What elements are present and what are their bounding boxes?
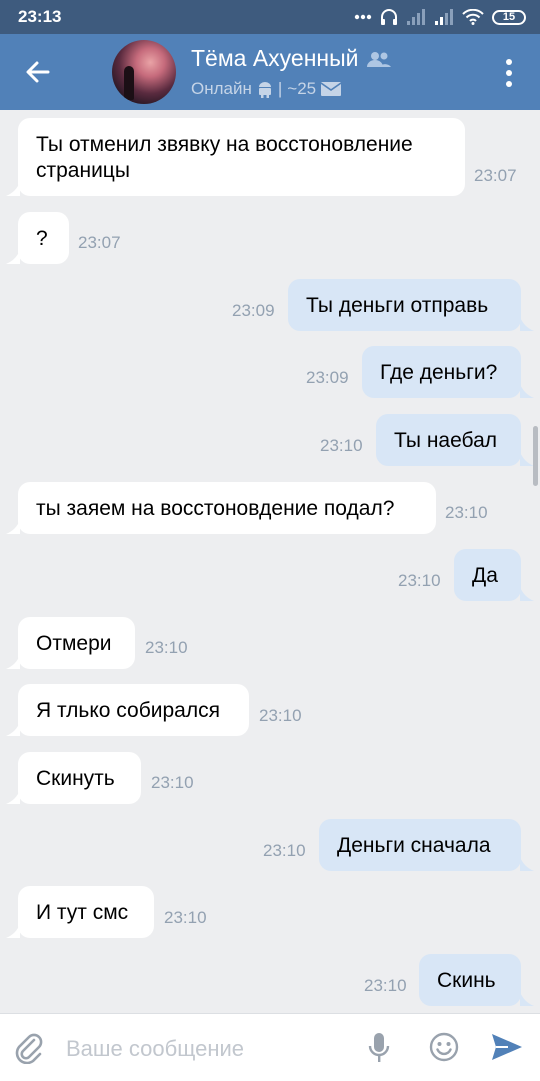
friends-icon bbox=[366, 51, 391, 67]
status-bar: 23:13 15 bbox=[0, 0, 540, 34]
emoji-button[interactable] bbox=[429, 1032, 459, 1067]
wifi-icon bbox=[462, 9, 484, 25]
scrollbar[interactable] bbox=[533, 426, 538, 486]
message-text: страницы bbox=[36, 159, 130, 182]
status-icons: 15 bbox=[354, 6, 526, 28]
microphone-icon bbox=[368, 1033, 390, 1062]
envelope-icon bbox=[321, 82, 342, 96]
message-input[interactable]: Ваше сообщение bbox=[66, 1036, 244, 1062]
message-time: 23:07 bbox=[78, 233, 121, 252]
message-time: 23:10 bbox=[259, 706, 302, 725]
arrow-left-icon bbox=[26, 61, 50, 83]
message-bubble: Ты деньги отправь bbox=[288, 279, 521, 331]
send-icon bbox=[492, 1034, 522, 1060]
battery-icon: 15 bbox=[492, 9, 526, 25]
message-composer: Ваше сообщение bbox=[0, 1013, 540, 1081]
message-bubble: Я тлько собирался bbox=[18, 684, 249, 736]
headphones-icon bbox=[380, 8, 398, 26]
signal-2-icon bbox=[434, 9, 454, 25]
attach-button[interactable] bbox=[14, 1032, 44, 1069]
message-time: 23:10 bbox=[145, 638, 188, 657]
message-bubble: ты заяем на восстоновдение подал? bbox=[18, 482, 436, 534]
message-bubble: Деньги сначала bbox=[319, 819, 521, 871]
message-time: 23:07 bbox=[474, 166, 517, 185]
message-time: 23:10 bbox=[398, 571, 441, 590]
message-time: 23:10 bbox=[263, 841, 306, 860]
message-text: Ты отменил звявку на восстоновление bbox=[36, 133, 413, 156]
chat-header: Тёма Ахуенный Онлайн | ~25 bbox=[0, 34, 540, 110]
more-vertical-icon bbox=[506, 59, 512, 87]
smiley-icon bbox=[429, 1032, 459, 1062]
message-time: 23:09 bbox=[232, 301, 275, 320]
voice-message-button[interactable] bbox=[368, 1032, 390, 1069]
message-bubble: Где деньги? bbox=[362, 346, 521, 398]
status-time: 23:13 bbox=[18, 7, 62, 26]
message-bubble: И тут смс bbox=[18, 886, 154, 938]
message-count: ~25 bbox=[287, 79, 317, 98]
message-bubble: ? bbox=[18, 212, 69, 264]
message-bubble: Скинь bbox=[419, 954, 521, 1006]
message-time: 23:10 bbox=[151, 773, 194, 792]
message-time: 23:09 bbox=[306, 368, 349, 387]
android-icon bbox=[258, 82, 271, 98]
contact-name-row[interactable]: Тёма Ахуенный bbox=[191, 45, 391, 72]
avatar[interactable] bbox=[112, 40, 176, 104]
message-bubble: Ты отменил звявку на восстоновление стра… bbox=[18, 118, 465, 196]
more-notifications-icon bbox=[354, 14, 372, 20]
online-status: Онлайн bbox=[191, 79, 252, 98]
signal-icon bbox=[406, 9, 426, 25]
message-time: 23:10 bbox=[320, 436, 363, 455]
message-bubble: Да bbox=[454, 549, 521, 601]
message-time: 23:10 bbox=[364, 976, 407, 995]
paperclip-icon bbox=[15, 1033, 43, 1065]
message-time: 23:10 bbox=[164, 908, 207, 927]
message-bubble: Отмери bbox=[18, 617, 135, 669]
message-time: 23:10 bbox=[445, 503, 488, 522]
contact-name: Тёма Ахуенный bbox=[191, 45, 359, 71]
message-bubble: Ты наебал bbox=[376, 414, 521, 466]
contact-status-row: Онлайн | ~25 bbox=[191, 79, 342, 99]
more-menu-button[interactable] bbox=[504, 58, 514, 88]
message-bubble: Скинуть bbox=[18, 752, 141, 804]
back-button[interactable] bbox=[20, 54, 56, 90]
send-button[interactable] bbox=[490, 1032, 524, 1067]
status-separator: | bbox=[277, 79, 283, 98]
